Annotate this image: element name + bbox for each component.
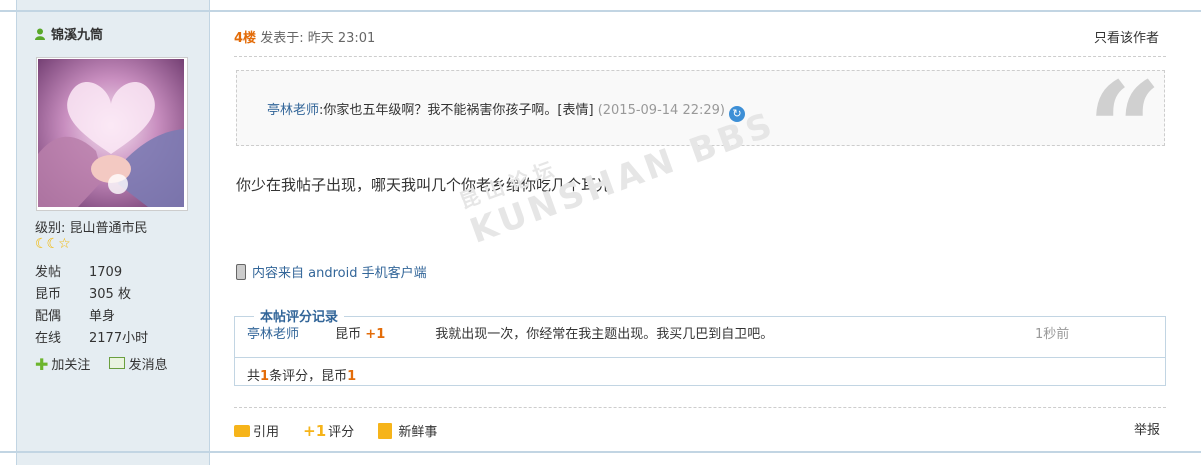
user-level: 级别: 昆山普通市民 xyxy=(35,221,148,236)
report-button[interactable]: 举报 xyxy=(1134,420,1160,442)
rate-label[interactable]: 评分 xyxy=(328,425,354,440)
quote-icon xyxy=(234,425,250,437)
rate-button[interactable]: +1 评分 xyxy=(303,420,354,444)
plus-one-icon: +1 xyxy=(303,422,327,440)
client-note-text[interactable]: 内容来自 android 手机客户端 xyxy=(252,266,427,281)
quote-mark-icon: “ xyxy=(1087,53,1162,206)
stat-row-posts: 发帖 1709 xyxy=(35,262,148,284)
rating-value: +1 xyxy=(365,327,386,342)
user-stats: 发帖 1709 昆币 305 枚 配偶 单身 在线 2177小时 xyxy=(35,262,148,350)
client-note[interactable]: 内容来自 android 手机客户端 xyxy=(236,262,427,281)
post-container: 锦溪九筒 级别: 昆山普通市民 ☾☾☆ 发帖 1709 昆币 305 枚 配偶 … xyxy=(0,0,1201,465)
stat-row-online: 在线 2177小时 xyxy=(35,328,148,350)
rating-row: 亭林老师 昆币 +1 我就出现一次，你经常在我主题出现。我买几巴到自卫吧。 1秒… xyxy=(247,323,1157,347)
fresh-icon xyxy=(378,423,393,439)
quote-button[interactable]: 引用 xyxy=(234,422,279,444)
stat-key: 昆币 xyxy=(35,287,62,302)
author-sidebar: 锦溪九筒 级别: 昆山普通市民 ☾☾☆ 发帖 1709 昆币 305 枚 配偶 … xyxy=(16,0,210,465)
footer-divider xyxy=(234,407,1166,408)
divider-bottom xyxy=(0,451,1201,453)
follow-label[interactable]: 加关注 xyxy=(51,358,90,373)
quote-author[interactable]: 亭林老师 xyxy=(267,103,319,118)
fresh-button[interactable]: 新鲜事 xyxy=(378,422,437,444)
quote-content: :你家也五年级啊？我不能祸害你孩子啊。[表情] xyxy=(319,103,594,118)
stat-value: 305 枚 xyxy=(89,287,131,302)
total-prefix: 共 xyxy=(247,369,261,384)
stat-row-coins: 昆币 305 枚 xyxy=(35,284,148,306)
phone-icon xyxy=(236,264,246,280)
follow-button[interactable]: ✚ 加关注 xyxy=(35,354,90,374)
stat-key: 发帖 xyxy=(35,265,62,280)
stat-value: 2177小时 xyxy=(89,331,149,346)
post-time: 发表于: 昨天 23:01 xyxy=(260,31,376,46)
rating-title: 本帖评分记录 xyxy=(254,306,345,325)
mail-icon xyxy=(108,357,125,369)
post-header: 4楼 发表于: 昨天 23:01 xyxy=(234,27,375,46)
level-stars-icon: ☾☾☆ xyxy=(35,236,71,252)
avatar[interactable] xyxy=(36,57,188,211)
rating-reason: 我就出现一次，你经常在我主题出现。我买几巴到自卫吧。 xyxy=(435,327,774,342)
rating-currency: 昆币 xyxy=(335,327,362,342)
rating-score: 昆币 +1 xyxy=(335,323,431,347)
stat-key: 配偶 xyxy=(35,309,62,324)
only-author-link[interactable]: 只看该作者 xyxy=(1094,27,1159,46)
plus-icon: ✚ xyxy=(35,355,49,374)
post-action-bar: 引用 +1 评分 新鲜事 举报 xyxy=(234,420,1166,442)
online-user-icon xyxy=(35,28,45,40)
author-name-text[interactable]: 锦溪九筒 xyxy=(51,28,103,43)
fresh-label[interactable]: 新鲜事 xyxy=(398,425,437,440)
stat-key: 在线 xyxy=(35,331,62,346)
stat-value: 1709 xyxy=(89,265,123,280)
stat-value: 单身 xyxy=(89,309,116,324)
total-count: 1 xyxy=(260,369,270,384)
message-label[interactable]: 发消息 xyxy=(129,358,168,373)
stat-row-spouse: 配偶 单身 xyxy=(35,306,148,328)
total-value: 1 xyxy=(347,369,357,384)
user-actions: ✚ 加关注 发消息 xyxy=(35,354,182,374)
rating-divider xyxy=(235,357,1165,358)
rating-box: 亭林老师 昆币 +1 我就出现一次，你经常在我主题出现。我买几巴到自卫吧。 1秒… xyxy=(234,316,1166,386)
floor-number[interactable]: 4楼 xyxy=(234,31,256,46)
post-main: 4楼 发表于: 昨天 23:01 只看该作者 亭林老师:你家也五年级啊？我不能祸… xyxy=(210,12,1201,451)
author-name[interactable]: 锦溪九筒 xyxy=(35,24,103,43)
total-mid: 条评分，昆币 xyxy=(269,369,348,384)
send-message-button[interactable]: 发消息 xyxy=(108,354,168,373)
rating-total: 共1条评分，昆币1 xyxy=(247,365,356,384)
header-divider xyxy=(234,56,1166,57)
rating-records: 亭林老师 昆币 +1 我就出现一次，你经常在我主题出现。我买几巴到自卫吧。 1秒… xyxy=(234,304,1166,394)
rating-time: 1秒前 xyxy=(1035,327,1070,342)
rating-user[interactable]: 亭林老师 xyxy=(247,323,331,347)
quote-label[interactable]: 引用 xyxy=(253,425,279,440)
